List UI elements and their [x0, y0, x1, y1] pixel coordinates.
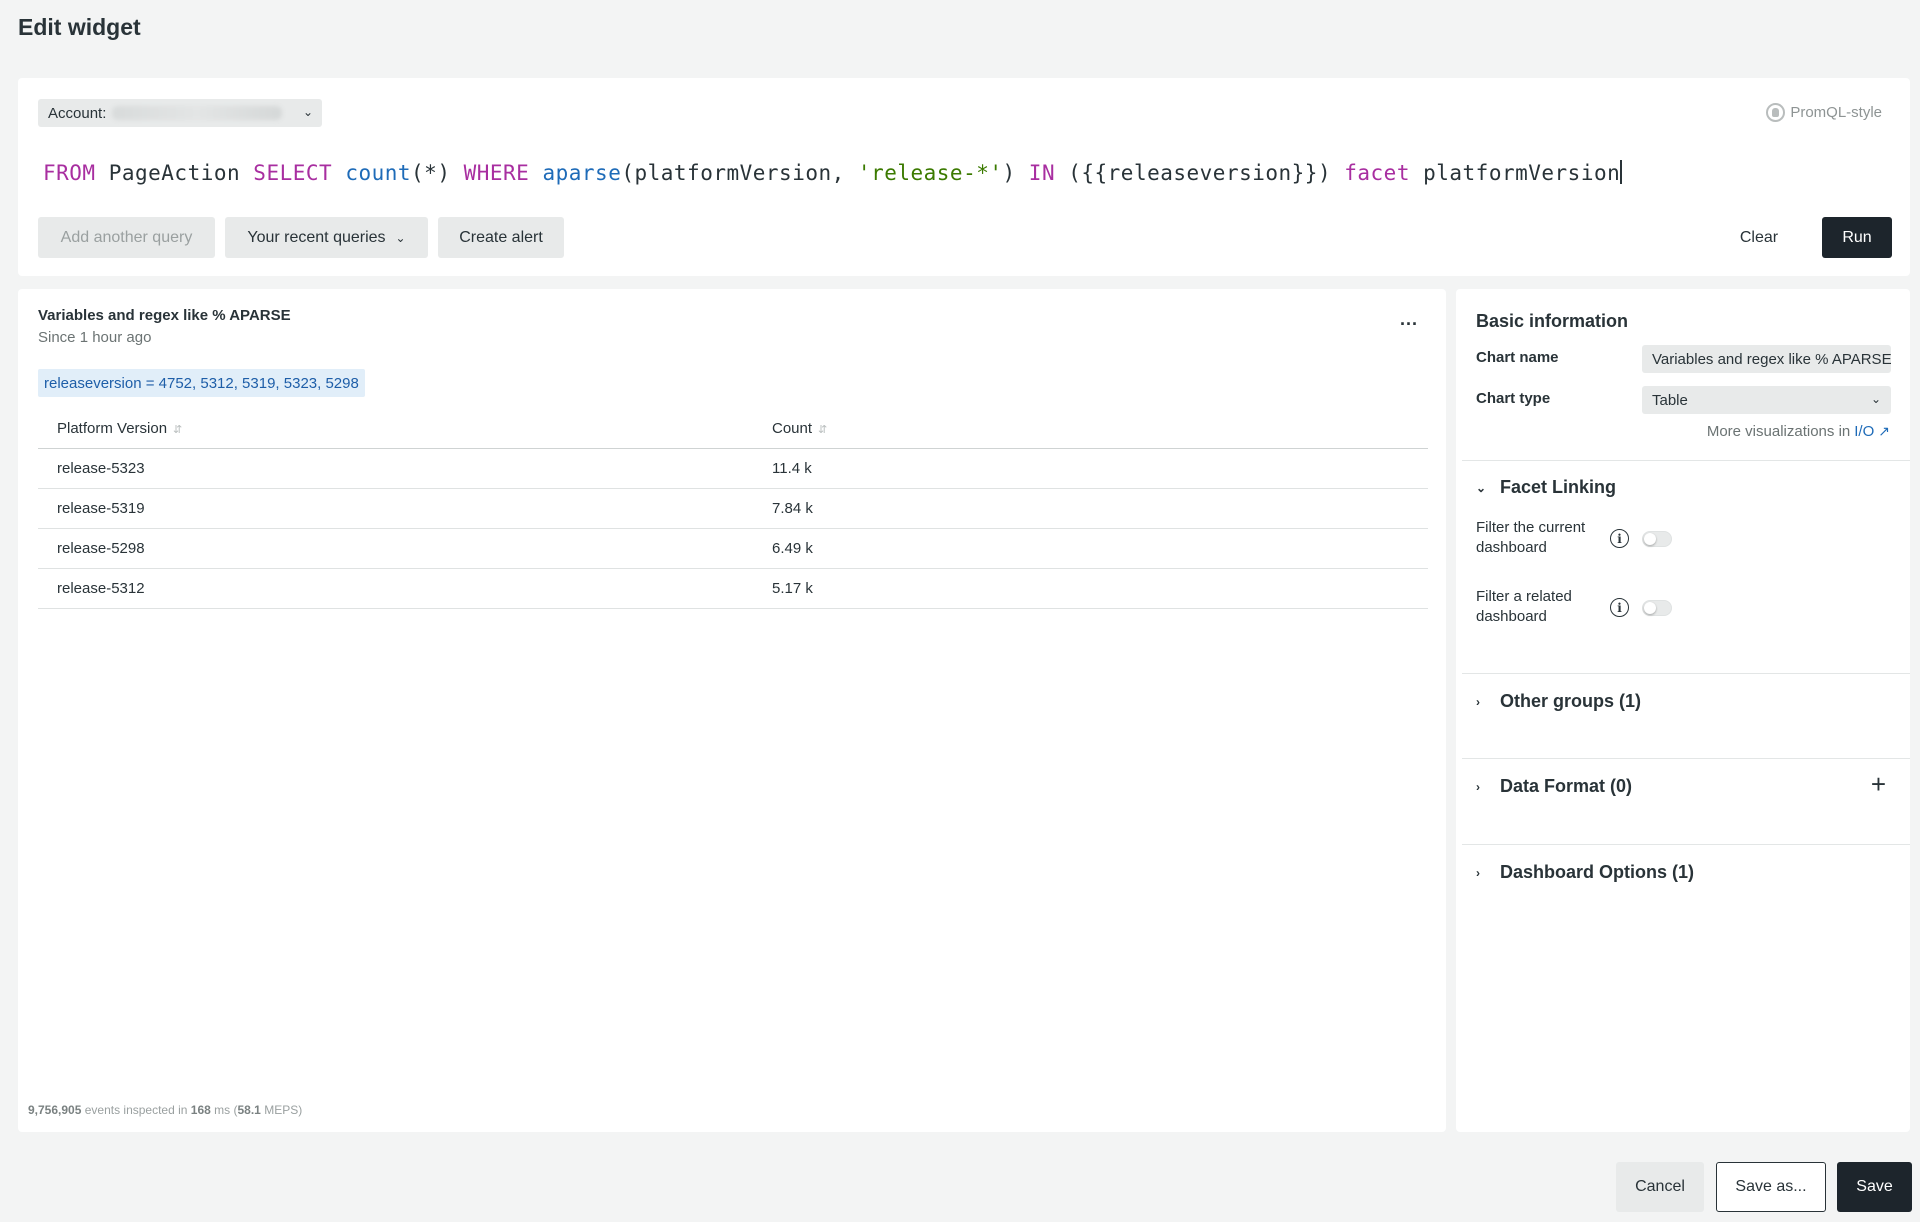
facet-linking-section[interactable]: ⌄ Facet Linking [1476, 477, 1616, 498]
divider [1462, 844, 1910, 845]
cell-platform-version: release-5298 [57, 540, 145, 557]
cell-platform-version: release-5323 [57, 460, 145, 477]
query-token: ({{releaseversion}}) [1055, 161, 1345, 185]
query-token: FROM [43, 161, 96, 185]
filter-current-toggle[interactable] [1642, 531, 1672, 547]
query-token [529, 161, 542, 185]
query-token: PageAction [95, 161, 254, 185]
more-visualizations-text: More visualizations in [1706, 423, 1851, 440]
chart-type-select[interactable]: Table ⌄ [1642, 386, 1891, 414]
promql-label: PromQL-style [1790, 104, 1882, 121]
query-token: aparse [542, 161, 622, 185]
column-header-count[interactable]: Count ⇵ [772, 420, 1428, 437]
result-panel: Variables and regex like % APARSE Since … [18, 289, 1446, 1132]
more-options-icon[interactable]: ... [1400, 309, 1418, 330]
chart-type-value: Table [1652, 391, 1688, 409]
dashboard-options-section[interactable]: › Dashboard Options (1) [1476, 862, 1694, 883]
account-label: Account: [48, 104, 107, 122]
promql-toggle[interactable]: PromQL-style [1766, 103, 1882, 122]
query-panel: Account: ⌄ PromQL-style FROM PageAction … [18, 78, 1910, 276]
promql-icon [1766, 103, 1786, 122]
divider [1462, 460, 1910, 461]
run-button[interactable]: Run [1822, 217, 1892, 258]
query-token: count [345, 161, 412, 185]
chart-name-input[interactable]: Variables and regex like % APARSE [1642, 345, 1891, 373]
dashboard-options-heading: Dashboard Options (1) [1500, 862, 1695, 882]
cell-platform-version: release-5312 [57, 580, 145, 597]
divider [1462, 758, 1910, 759]
account-select[interactable]: Account: ⌄ [38, 99, 322, 127]
add-icon[interactable]: + [1871, 769, 1886, 800]
io-link[interactable]: I/O [1854, 423, 1874, 440]
chart-timerange: Since 1 hour ago [38, 329, 152, 346]
sort-icon: ⇵ [173, 424, 183, 436]
save-button[interactable]: Save [1837, 1162, 1912, 1212]
table-row[interactable]: release-5319 7.84 k [38, 489, 1428, 529]
query-token [332, 161, 345, 185]
query-stats: 9,756,905 events inspected in 168 ms (58… [28, 1103, 303, 1117]
info-icon[interactable]: i [1610, 529, 1629, 548]
results-table: Platform Version ⇵ Count ⇵ release-5323 11… [38, 409, 1428, 609]
recent-queries-button[interactable]: Your recent queries ⌄ [225, 217, 428, 258]
cancel-button[interactable]: Cancel [1616, 1162, 1704, 1212]
column-header-platform-version[interactable]: Platform Version ⇵ [38, 420, 772, 437]
create-alert-button[interactable]: Create alert [438, 217, 564, 258]
more-visualizations: More visualizations in I/O ↗ [1707, 423, 1890, 440]
table-header: Platform Version ⇵ Count ⇵ [38, 409, 1428, 449]
filter-related-label: Filter a related dashboard [1476, 588, 1572, 625]
cell-platform-version: release-5319 [57, 500, 145, 517]
query-token: facet [1344, 161, 1410, 185]
table-row[interactable]: release-5298 6.49 k [38, 529, 1428, 569]
facet-linking-heading: Facet Linking [1500, 477, 1617, 497]
variable-chip[interactable]: releaseversion = 4752, 5312, 5319, 5323,… [38, 369, 365, 397]
query-token: 'release-*' [857, 161, 1003, 185]
basic-information-heading: Basic information [1476, 311, 1629, 331]
cell-count: 6.49 k [772, 540, 813, 557]
account-value-redacted [112, 106, 283, 120]
filter-related-toggle[interactable] [1642, 600, 1672, 616]
add-another-query-button[interactable]: Add another query [38, 217, 215, 258]
chevron-right-icon: › [1476, 865, 1480, 880]
text-cursor [1620, 160, 1623, 184]
chart-name-label: Chart name [1476, 349, 1559, 366]
data-format-heading: Data Format (0) [1500, 776, 1633, 796]
query-token: (platformVersion, [621, 161, 858, 185]
cell-count: 11.4 k [772, 460, 812, 477]
data-format-section[interactable]: › Data Format (0) [1476, 776, 1632, 797]
divider [1462, 673, 1910, 674]
chart-type-label: Chart type [1476, 390, 1551, 407]
table-row[interactable]: release-5312 5.17 k [38, 569, 1428, 609]
chart-title: Variables and regex like % APARSE [38, 307, 291, 324]
clear-button[interactable]: Clear [1724, 217, 1794, 258]
other-groups-heading: Other groups (1) [1500, 691, 1642, 711]
info-icon[interactable]: i [1610, 598, 1629, 617]
cell-count: 5.17 k [772, 580, 813, 597]
filter-current-label: Filter the current dashboard [1476, 519, 1586, 556]
settings-panel: Basic information Chart name Variables a… [1456, 289, 1910, 1132]
table-row[interactable]: release-5323 11.4 k [38, 449, 1428, 489]
chevron-down-icon: ⌄ [302, 105, 313, 119]
query-token: IN [1028, 161, 1056, 185]
save-as-button[interactable]: Save as... [1716, 1162, 1826, 1212]
query-token: ) [1002, 161, 1029, 185]
other-groups-section[interactable]: › Other groups (1) [1476, 691, 1641, 712]
query-editor[interactable]: FROM PageAction SELECT count(*) WHERE ap… [43, 160, 1623, 185]
query-token: SELECT [253, 161, 333, 185]
chevron-right-icon: › [1476, 779, 1480, 794]
external-link-icon: ↗ [1878, 423, 1890, 439]
chevron-right-icon: › [1476, 694, 1480, 709]
query-token: platformVersion [1409, 161, 1621, 185]
cell-count: 7.84 k [772, 500, 813, 517]
query-token: (*) [411, 161, 464, 185]
sort-icon: ⇵ [818, 424, 828, 436]
query-token: WHERE [463, 161, 530, 185]
chevron-down-icon: ⌄ [395, 230, 406, 245]
chevron-down-icon: ⌄ [1870, 392, 1881, 406]
chevron-down-icon: ⌄ [1476, 480, 1487, 495]
page-title: Edit widget [18, 14, 141, 40]
recent-queries-label: Your recent queries [247, 228, 386, 246]
